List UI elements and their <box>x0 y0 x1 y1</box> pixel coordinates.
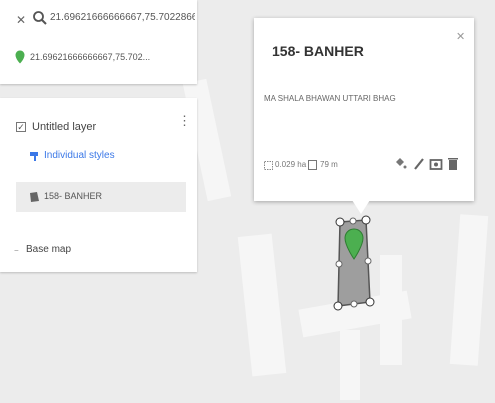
search-card: ✕ 21.69621666666667,75.7022866... 21.696… <box>0 0 197 84</box>
map-road <box>380 255 402 365</box>
feature-row[interactable]: 158- BANHER <box>16 182 186 212</box>
search-input[interactable]: 21.69621666666667,75.7022866... <box>50 12 195 23</box>
close-icon[interactable]: ✕ <box>16 13 26 27</box>
polygon-icon <box>30 192 39 202</box>
perimeter-icon <box>308 160 317 170</box>
feature-label: 158- BANHER <box>44 191 103 201</box>
feature-info-popup: ✕ 158- BANHER MA SHALA BHAWAN UTTARI BHA… <box>254 18 474 201</box>
area-value: 0.029 ha <box>275 160 307 169</box>
search-result[interactable]: 21.69621666666667,75.702... <box>30 52 150 62</box>
perimeter-value: 79 m <box>320 160 338 169</box>
paint-bucket-icon[interactable] <box>393 156 407 172</box>
more-vert-icon[interactable]: ⋮ <box>178 114 191 127</box>
search-icon[interactable] <box>32 10 48 26</box>
popup-pointer <box>352 200 370 214</box>
pencil-icon[interactable] <box>412 156 426 172</box>
trash-icon[interactable] <box>446 156 460 172</box>
paint-bucket-icon[interactable] <box>29 150 41 162</box>
layer-name[interactable]: Untitled layer <box>32 121 96 133</box>
camera-icon[interactable] <box>429 156 443 172</box>
selected-polygon[interactable] <box>330 210 378 316</box>
popup-title: 158- BANHER <box>272 43 364 59</box>
map-road <box>340 330 360 400</box>
individual-styles-link[interactable]: Individual styles <box>44 150 115 161</box>
layer-card: ✓ Untitled layer ⋮ Individual styles 158… <box>0 98 197 272</box>
basemap-expand-toggle[interactable]: − <box>14 246 19 255</box>
basemap-label[interactable]: Base map <box>26 244 71 255</box>
close-icon[interactable]: ✕ <box>456 30 465 43</box>
layers-panel: ✕ 21.69621666666667,75.7022866... 21.696… <box>0 0 197 272</box>
area-icon <box>264 161 273 170</box>
map-pin-icon[interactable] <box>344 228 364 260</box>
popup-description: MA SHALA BHAWAN UTTARI BHAG <box>264 94 396 103</box>
map-pin-icon <box>15 50 25 64</box>
map-road <box>237 233 287 377</box>
layer-visibility-checkbox[interactable]: ✓ <box>16 122 26 132</box>
map-road <box>449 214 489 366</box>
